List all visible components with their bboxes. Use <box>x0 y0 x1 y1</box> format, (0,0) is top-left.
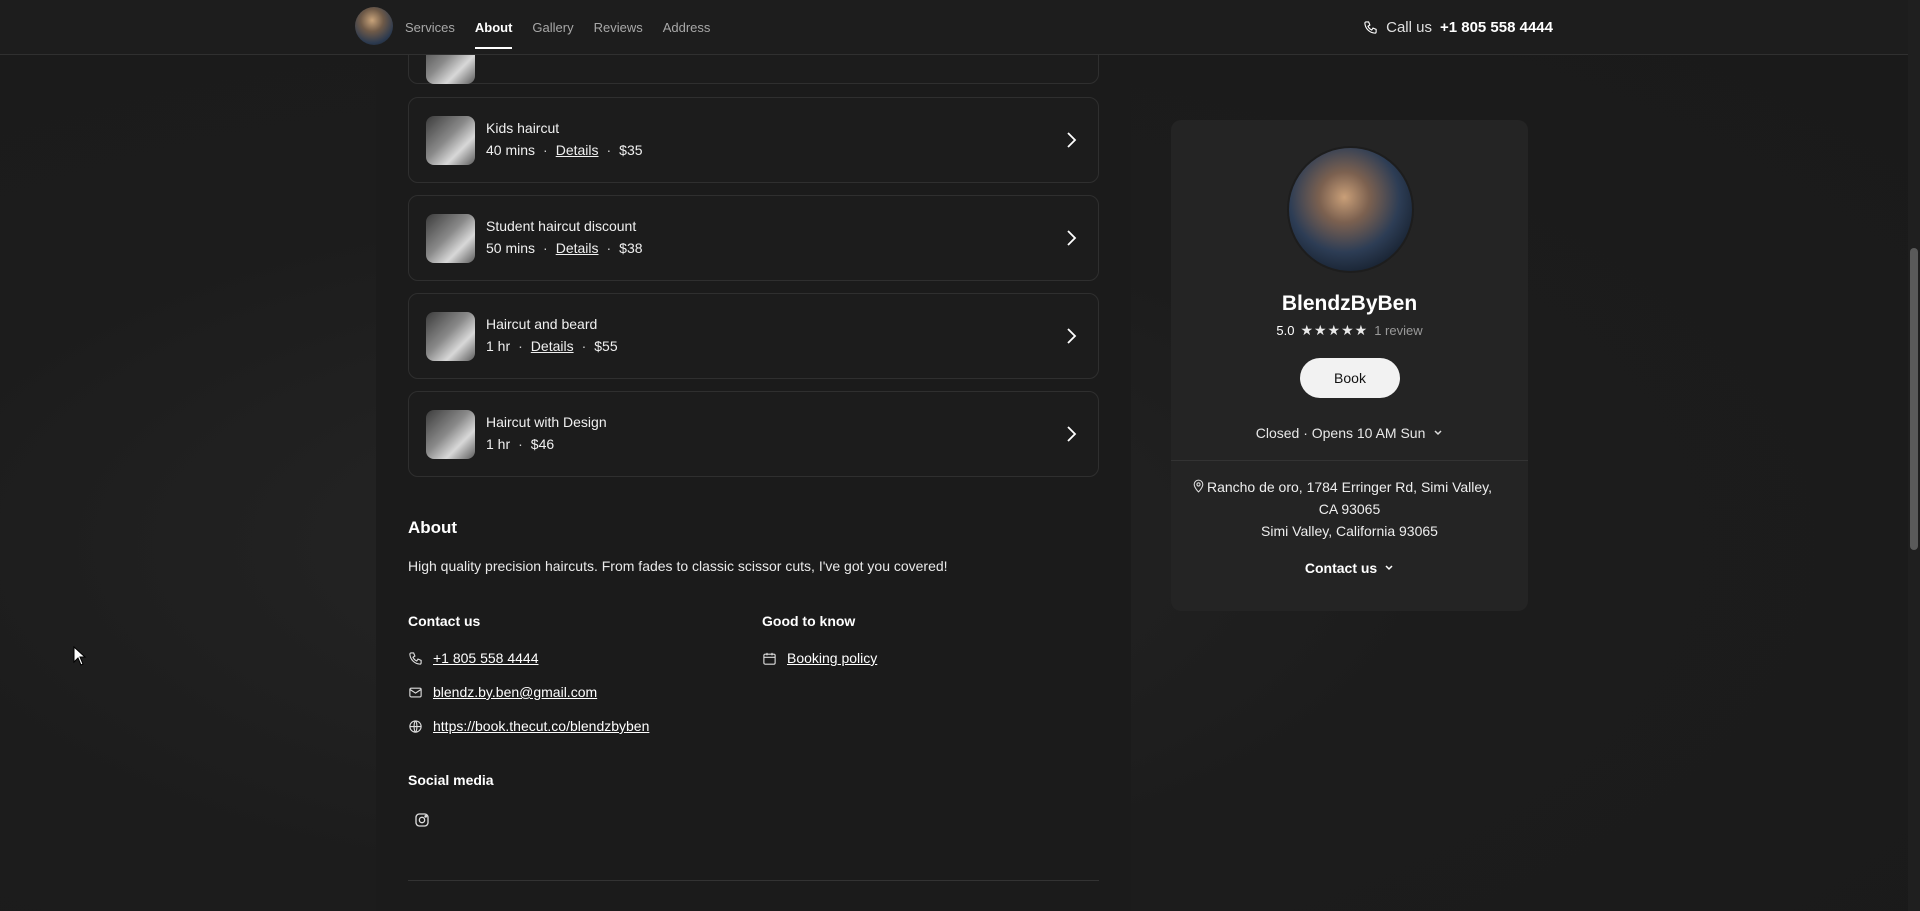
mouse-cursor-icon <box>73 646 87 666</box>
contact-us-label: Contact us <box>1304 560 1378 576</box>
service-card-student-haircut[interactable]: Student haircut discount 50 mins · Detai… <box>408 195 1099 281</box>
nav-link-about[interactable]: About <box>474 0 512 55</box>
star-rating-icon: ★★★★★ <box>1300 322 1369 338</box>
contact-phone-row: +1 805 558 4444 <box>408 650 539 666</box>
contact-email-row: blendz.by.ben@gmail.com <box>408 684 597 700</box>
nav-links: Services About Gallery Reviews Address <box>405 0 710 55</box>
instagram-icon[interactable] <box>414 812 430 828</box>
about-heading: About <box>408 518 458 537</box>
booking-policy-link[interactable]: Booking policy <box>787 650 877 666</box>
phone-link[interactable]: +1 805 558 4444 <box>433 650 539 666</box>
service-thumbnail <box>426 410 475 459</box>
service-name: Haircut with Design <box>486 414 607 430</box>
phone-icon <box>409 651 422 665</box>
call-us-label: Call us <box>1386 19 1432 36</box>
service-price: $35 <box>619 142 643 158</box>
opening-hours-text: Closed · Opens 10 AM Sun <box>1255 425 1426 441</box>
address-line: Simi Valley, California 93065 <box>1261 523 1438 539</box>
rating-row: 5.0 ★★★★★ 1 review <box>1171 322 1528 339</box>
business-address[interactable]: Rancho de oro, 1784 Erringer Rd, Simi Va… <box>1191 476 1508 542</box>
about-description: High quality precision haircuts. From fa… <box>408 558 948 574</box>
review-count[interactable]: 1 review <box>1374 323 1422 338</box>
chevron-right-icon <box>1067 426 1077 442</box>
service-meta: 40 mins · Details · $35 <box>486 142 643 158</box>
chevron-right-icon <box>1067 328 1077 344</box>
card-divider <box>1171 460 1528 461</box>
chevron-down-icon <box>1385 565 1393 571</box>
section-divider <box>408 880 1099 881</box>
mail-icon <box>409 687 422 697</box>
service-name: Student haircut discount <box>486 218 637 234</box>
good-to-know-heading: Good to know <box>762 613 856 629</box>
service-thumbnail <box>426 214 475 263</box>
call-us-number: +1 805 558 4444 <box>1439 19 1553 36</box>
nav-link-reviews[interactable]: Reviews <box>594 0 643 55</box>
service-details-link[interactable]: Details <box>531 338 574 354</box>
globe-icon <box>409 719 422 733</box>
contact-heading: Contact us <box>408 613 481 629</box>
service-meta: 50 mins · Details · $38 <box>486 240 643 256</box>
book-button[interactable]: Book <box>1300 358 1400 398</box>
page-scrollbar[interactable] <box>1908 0 1920 911</box>
service-card-haircut-with-design[interactable]: Haircut with Design 1 hr · $46 <box>408 391 1099 477</box>
booking-policy-row: Booking policy <box>762 650 877 666</box>
email-link[interactable]: blendz.by.ben@gmail.com <box>433 684 597 700</box>
service-price: $46 <box>530 436 555 452</box>
top-navigation: Services About Gallery Reviews Address C… <box>0 0 1908 55</box>
service-price: $55 <box>594 338 618 354</box>
service-thumbnail <box>426 312 475 361</box>
social-media-heading: Social media <box>408 772 494 788</box>
service-duration: 1 hr <box>486 436 511 452</box>
service-details-link[interactable]: Details <box>556 240 599 256</box>
nav-link-gallery[interactable]: Gallery <box>532 0 573 55</box>
chevron-right-icon <box>1067 132 1077 148</box>
business-card: BlendzByBen 5.0 ★★★★★ 1 review Book Clos… <box>1171 120 1528 611</box>
service-card-kids-haircut[interactable]: Kids haircut 40 mins · Details · $35 <box>408 97 1099 183</box>
shop-logo-avatar[interactable] <box>355 7 393 45</box>
address-line: CA 93065 <box>1318 501 1381 517</box>
chevron-right-icon <box>1067 230 1077 246</box>
service-thumbnail <box>426 116 475 165</box>
address-line: Rancho de oro, 1784 Erringer Rd, Simi Va… <box>1206 479 1493 495</box>
opening-hours-dropdown[interactable]: Closed · Opens 10 AM Sun <box>1171 425 1528 441</box>
chevron-down-icon <box>1434 430 1442 436</box>
service-duration: 50 mins <box>486 240 536 256</box>
nav-link-services[interactable]: Services <box>405 0 455 55</box>
service-details-link[interactable]: Details <box>556 142 599 158</box>
service-meta: 1 hr · $46 <box>486 436 555 452</box>
service-duration: 1 hr <box>486 338 511 354</box>
calendar-icon <box>763 652 776 665</box>
call-us-link[interactable]: Call us +1 805 558 4444 <box>1363 0 1553 55</box>
nav-link-address[interactable]: Address <box>663 0 711 55</box>
service-duration: 40 mins <box>486 142 536 158</box>
scrollbar-thumb[interactable] <box>1910 248 1918 550</box>
service-card-haircut-and-beard[interactable]: Haircut and beard 1 hr · Details · $55 <box>408 293 1099 379</box>
service-name: Kids haircut <box>486 120 560 136</box>
business-name: BlendzByBen <box>1281 292 1418 315</box>
service-price: $38 <box>619 240 643 256</box>
business-avatar <box>1287 146 1414 273</box>
phone-icon <box>1364 21 1377 34</box>
contact-us-dropdown[interactable]: Contact us <box>1171 560 1528 576</box>
website-link[interactable]: https://book.thecut.co/blendzbyben <box>433 718 649 734</box>
service-name: Haircut and beard <box>486 316 598 332</box>
service-meta: 1 hr · Details · $55 <box>486 338 618 354</box>
rating-value: 5.0 <box>1276 323 1295 338</box>
contact-website-row: https://book.thecut.co/blendzbyben <box>408 718 649 734</box>
